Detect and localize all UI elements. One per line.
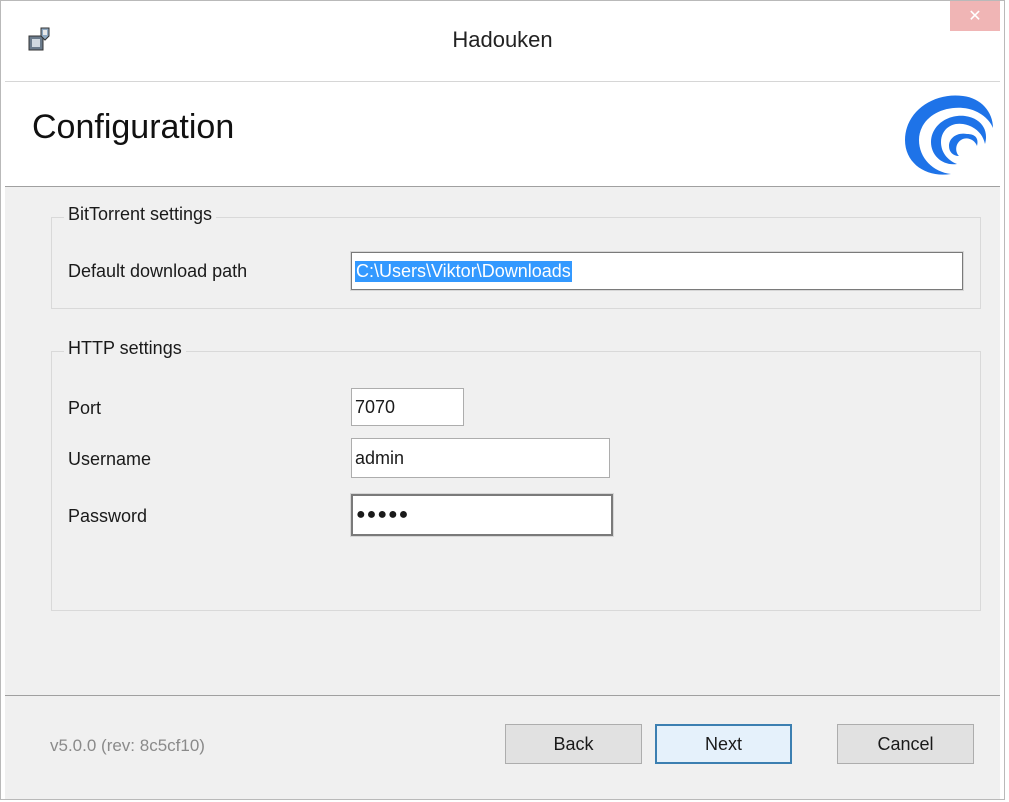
close-button[interactable]: ✕: [950, 1, 1000, 31]
back-button[interactable]: Back: [505, 724, 642, 764]
password-value: ●●●●●: [356, 506, 410, 523]
password-input[interactable]: ●●●●●: [350, 493, 614, 537]
version-label: v5.0.0 (rev: 8c5cf10): [50, 736, 205, 755]
port-input[interactable]: 7070: [351, 388, 464, 426]
footer-bar: v5.0.0 (rev: 8c5cf10) Back Next Cancel: [5, 695, 1000, 799]
header-banner: Configuration: [5, 81, 1000, 187]
username-value: admin: [355, 447, 405, 468]
http-settings-legend: HTTP settings: [64, 338, 186, 359]
content-area: BitTorrent settings Default download pat…: [5, 187, 1000, 695]
close-icon: ✕: [968, 8, 982, 25]
username-label: Username: [68, 449, 152, 469]
port-value: 7070: [355, 396, 396, 417]
bittorrent-settings-legend: BitTorrent settings: [64, 204, 217, 225]
download-path-label: Default download path: [68, 261, 248, 281]
next-button[interactable]: Next: [655, 724, 792, 764]
username-input[interactable]: admin: [351, 438, 610, 478]
password-label: Password: [68, 506, 148, 526]
cancel-button[interactable]: Cancel: [837, 724, 974, 764]
download-path-value: C:\Users\Viktor\Downloads: [355, 260, 572, 282]
http-settings-group: HTTP settings Port 7070 Username admin P…: [51, 338, 981, 611]
page-title: Configuration: [32, 108, 235, 146]
download-path-input[interactable]: C:\Users\Viktor\Downloads: [350, 251, 964, 291]
bittorrent-settings-group: BitTorrent settings Default download pat…: [51, 204, 981, 309]
installer-window: Hadouken ✕ Configuration BitTorrent sett…: [0, 0, 1005, 800]
port-label: Port: [68, 398, 102, 418]
title-bar: Hadouken ✕: [1, 1, 1004, 81]
hadouken-wave-logo-icon: [893, 88, 997, 180]
window-title: Hadouken: [452, 27, 553, 52]
